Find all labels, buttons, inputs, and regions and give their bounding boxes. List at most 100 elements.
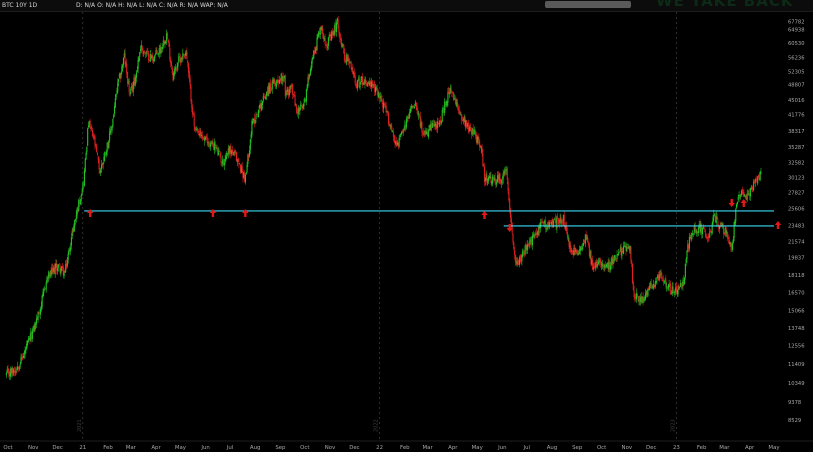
candle [549, 219, 551, 224]
candle [703, 226, 705, 231]
candle [727, 232, 729, 242]
candle [697, 226, 699, 236]
candle [479, 139, 481, 151]
candle [668, 279, 670, 292]
up-arrow-6 [740, 199, 747, 207]
x-tick-label: Oct [300, 445, 309, 451]
y-tick-label: 41776 [788, 112, 805, 118]
candle [231, 145, 233, 156]
candle [218, 146, 220, 156]
x-tick-label: Aug [250, 445, 261, 451]
y-tick-label: 19837 [788, 256, 805, 262]
candle [644, 288, 647, 301]
down-arrow-5 [728, 199, 735, 207]
candle [421, 121, 423, 136]
candle [35, 314, 38, 329]
y-tick-label: 8529 [788, 418, 801, 424]
x-tick-label: Apr [151, 445, 161, 451]
candle [467, 119, 469, 134]
candlestick-chart[interactable]: 2021 2022 2023 67782 64938 60530 56236 52305 48… [0, 0, 813, 452]
x-tick-label: Jun [497, 445, 506, 451]
y-tick-label: 15066 [788, 309, 805, 315]
y-tick-label: 67782 [788, 19, 805, 25]
candle [337, 15, 339, 30]
candle [575, 248, 577, 255]
candle [436, 117, 438, 133]
candle [581, 245, 583, 252]
y-tick-label: 64938 [788, 28, 805, 34]
y-tick-label: 9378 [788, 400, 801, 406]
candle [688, 232, 690, 252]
candle [684, 263, 686, 280]
y-tick-label: 13748 [788, 326, 805, 332]
x-tick-label: Feb [103, 445, 113, 451]
candle [102, 162, 104, 170]
candle [218, 149, 220, 152]
candle [209, 140, 212, 151]
x-tick-label: May [768, 445, 780, 451]
candle [34, 321, 36, 333]
x-tick-label: Jun [200, 445, 209, 451]
candle [450, 85, 452, 97]
x-tick-label: Sep [275, 445, 286, 451]
candle [294, 91, 296, 108]
candle [605, 263, 608, 269]
candle [695, 228, 697, 234]
candle [155, 47, 157, 55]
candle [87, 127, 89, 147]
candle [407, 114, 409, 123]
candle [461, 114, 463, 125]
candle [271, 77, 273, 94]
candle [746, 189, 748, 203]
candle [587, 234, 589, 243]
candle [753, 178, 755, 192]
candle [152, 52, 154, 64]
x-tick-label: Jul [523, 445, 531, 451]
candle [357, 79, 359, 92]
candle [759, 170, 761, 182]
candle [623, 241, 625, 247]
candle [292, 83, 294, 100]
candle [178, 53, 180, 64]
candle [675, 282, 677, 295]
candle [9, 366, 11, 380]
candle [326, 41, 328, 51]
candle [620, 242, 622, 259]
candle [206, 133, 208, 146]
candle [705, 229, 707, 238]
candle [385, 101, 387, 117]
candle [325, 44, 327, 46]
candle [31, 328, 33, 342]
y-tick-label: 25606 [788, 207, 805, 213]
candle [631, 262, 634, 285]
y-tick-label: 27827 [788, 191, 805, 197]
candle [45, 280, 47, 293]
candle [126, 71, 129, 87]
x-tick-label: Apr [448, 445, 458, 451]
x-tick-label: Nov [28, 445, 39, 451]
candle [113, 113, 115, 119]
candle-series [5, 15, 762, 380]
candle [570, 241, 572, 254]
x-tick-label: May [175, 445, 187, 451]
candle [534, 232, 536, 239]
y-tick-label: 60530 [788, 41, 805, 47]
candle [108, 140, 110, 150]
candle [82, 181, 84, 193]
y-tick-label: 10349 [788, 381, 805, 387]
y-tick-label: 45016 [788, 98, 805, 104]
x-tick-label: Dec [52, 445, 62, 451]
up-arrow-3 [481, 211, 488, 219]
x-tick-label: Feb [400, 445, 410, 451]
candle [525, 241, 527, 251]
x-tick-label: Aug [547, 445, 558, 451]
candle [642, 292, 644, 306]
x-tick-label: Mar [423, 445, 434, 451]
signal-arrows [86, 199, 782, 232]
candle [612, 255, 614, 269]
year-separator-label: 2023 [670, 419, 676, 432]
candle [327, 37, 329, 50]
year-separator-label: 2021 [77, 419, 83, 432]
candle [709, 227, 711, 239]
candle [441, 108, 443, 123]
